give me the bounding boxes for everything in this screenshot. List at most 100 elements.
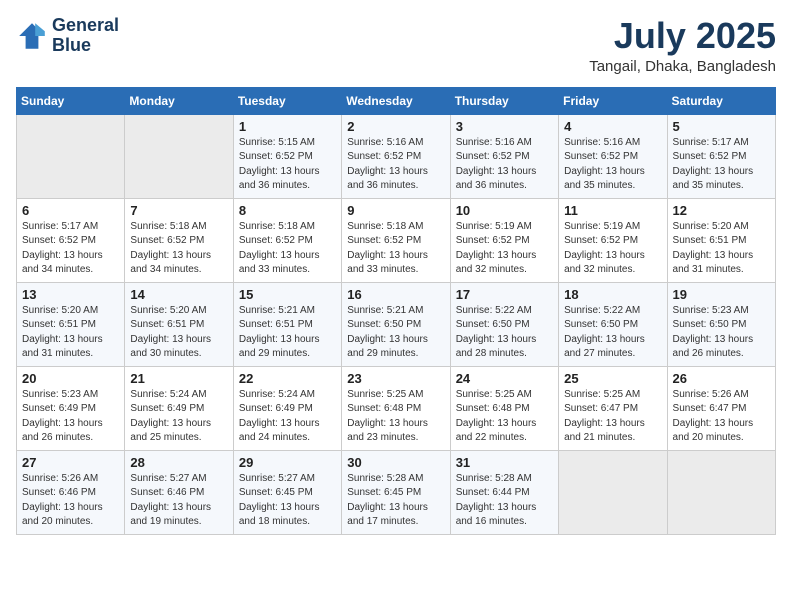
- calendar-table: SundayMondayTuesdayWednesdayThursdayFrid…: [16, 87, 776, 535]
- day-info: Sunrise: 5:16 AMSunset: 6:52 PMDaylight:…: [347, 136, 444, 194]
- calendar-cell: [17, 114, 125, 198]
- logo-text: General Blue: [52, 16, 119, 56]
- calendar-cell: 12 Sunrise: 5:20 AMSunset: 6:51 PMDayligh…: [667, 198, 775, 282]
- day-number: 1: [239, 119, 336, 134]
- day-number: 19: [673, 287, 770, 302]
- calendar-cell: 29 Sunrise: 5:27 AMSunset: 6:45 PMDayligh…: [233, 450, 341, 534]
- day-number: 30: [347, 455, 444, 470]
- day-number: 3: [456, 119, 553, 134]
- day-info: Sunrise: 5:19 AMSunset: 6:52 PMDaylight:…: [456, 220, 553, 278]
- day-number: 16: [347, 287, 444, 302]
- day-info: Sunrise: 5:15 AMSunset: 6:52 PMDaylight:…: [239, 136, 336, 194]
- calendar-cell: 13Sunrise: 5:20 AMSunset: 6:51 PMDayligh…: [17, 282, 125, 366]
- day-info: Sunrise: 5:25 AMSunset: 6:48 PMDaylight:…: [456, 388, 553, 446]
- day-number: 15: [239, 287, 336, 302]
- calendar-cell: 11 Sunrise: 5:19 AMSunset: 6:52 PMDayligh…: [559, 198, 667, 282]
- weekday-header-sunday: Sunday: [17, 87, 125, 114]
- calendar-cell: 7 Sunrise: 5:18 AMSunset: 6:52 PMDaylight…: [125, 198, 233, 282]
- day-info: Sunrise: 5:25 AMSunset: 6:47 PMDaylight:…: [564, 388, 661, 446]
- logo: General Blue: [16, 16, 119, 56]
- day-info: Sunrise: 5:21 AMSunset: 6:51 PMDaylight:…: [239, 304, 336, 362]
- calendar-week-row: 6 Sunrise: 5:17 AMSunset: 6:52 PMDaylight…: [17, 198, 776, 282]
- weekday-header-tuesday: Tuesday: [233, 87, 341, 114]
- calendar-cell: 6 Sunrise: 5:17 AMSunset: 6:52 PMDaylight…: [17, 198, 125, 282]
- calendar-cell: [125, 114, 233, 198]
- day-info: Sunrise: 5:20 AMSunset: 6:51 PMDaylight:…: [673, 220, 770, 278]
- calendar-cell: 17Sunrise: 5:22 AMSunset: 6:50 PMDayligh…: [450, 282, 558, 366]
- day-info: Sunrise: 5:16 AMSunset: 6:52 PMDaylight:…: [456, 136, 553, 194]
- day-number: 23: [347, 371, 444, 386]
- day-number: 22: [239, 371, 336, 386]
- day-number: 9: [347, 203, 444, 218]
- calendar-cell: 23 Sunrise: 5:25 AMSunset: 6:48 PMDayligh…: [342, 366, 450, 450]
- calendar-cell: 5Sunrise: 5:17 AMSunset: 6:52 PMDaylight…: [667, 114, 775, 198]
- logo-icon: [16, 20, 48, 52]
- title-block: July 2025 Tangail, Dhaka, Bangladesh: [589, 16, 776, 75]
- day-number: 7: [130, 203, 227, 218]
- day-number: 29: [239, 455, 336, 470]
- calendar-cell: 26 Sunrise: 5:26 AMSunset: 6:47 PMDayligh…: [667, 366, 775, 450]
- calendar-week-row: 20 Sunrise: 5:23 AMSunset: 6:49 PMDayligh…: [17, 366, 776, 450]
- calendar-cell: 27 Sunrise: 5:26 AMSunset: 6:46 PMDayligh…: [17, 450, 125, 534]
- day-info: Sunrise: 5:23 AMSunset: 6:49 PMDaylight:…: [22, 388, 119, 446]
- calendar-week-row: 13 Sunrise: 5:20 AMSunset: 6:51 PMDayligh…: [17, 282, 776, 366]
- day-number: 10: [456, 203, 553, 218]
- day-number: 18: [564, 287, 661, 302]
- weekday-header-wednesday: Wednesday: [342, 87, 450, 114]
- day-number: 11: [564, 203, 661, 218]
- calendar-cell: [559, 450, 667, 534]
- page-header: General Blue July 2025 Tangail, Dhaka, B…: [16, 16, 776, 75]
- day-number: 28: [130, 455, 227, 470]
- calendar-cell: 28 Sunrise: 5:27 AMSunset: 6:46 PMDayligh…: [125, 450, 233, 534]
- calendar-cell: 14Sunrise: 5:20 AMSunset: 6:51 PMDayligh…: [125, 282, 233, 366]
- calendar-cell: 3 Sunrise: 5:16 AMSunset: 6:52 PMDaylight…: [450, 114, 558, 198]
- day-info: Sunrise: 5:28 AMSunset: 6:44 PMDaylight:…: [456, 472, 553, 530]
- day-info: Sunrise: 5:17 AMSunset: 6:52 PMDaylight:…: [673, 136, 770, 194]
- day-number: 26: [673, 371, 770, 386]
- calendar-cell: [667, 450, 775, 534]
- weekday-header-thursday: Thursday: [450, 87, 558, 114]
- day-info: Sunrise: 5:27 AMSunset: 6:45 PMDaylight:…: [239, 472, 336, 530]
- day-number: 6: [22, 203, 119, 218]
- day-info: Sunrise: 5:25 AMSunset: 6:48 PMDaylight:…: [347, 388, 444, 446]
- day-info: Sunrise: 5:26 AMSunset: 6:46 PMDaylight:…: [22, 472, 119, 530]
- calendar-cell: 15 Sunrise: 5:21 AMSunset: 6:51 PMDayligh…: [233, 282, 341, 366]
- weekday-header-row: SundayMondayTuesdayWednesdayThursdayFrid…: [17, 87, 776, 114]
- calendar-cell: 24Sunrise: 5:25 AMSunset: 6:48 PMDayligh…: [450, 366, 558, 450]
- day-info: Sunrise: 5:27 AMSunset: 6:46 PMDaylight:…: [130, 472, 227, 530]
- location-title: Tangail, Dhaka, Bangladesh: [589, 58, 776, 75]
- weekday-header-friday: Friday: [559, 87, 667, 114]
- calendar-week-row: 27 Sunrise: 5:26 AMSunset: 6:46 PMDayligh…: [17, 450, 776, 534]
- day-number: 2: [347, 119, 444, 134]
- day-number: 27: [22, 455, 119, 470]
- day-number: 8: [239, 203, 336, 218]
- day-info: Sunrise: 5:19 AMSunset: 6:52 PMDaylight:…: [564, 220, 661, 278]
- day-info: Sunrise: 5:24 AMSunset: 6:49 PMDaylight:…: [239, 388, 336, 446]
- day-info: Sunrise: 5:21 AMSunset: 6:50 PMDaylight:…: [347, 304, 444, 362]
- logo-line1: General: [52, 16, 119, 36]
- day-info: Sunrise: 5:18 AMSunset: 6:52 PMDaylight:…: [130, 220, 227, 278]
- day-number: 20: [22, 371, 119, 386]
- calendar-cell: 21Sunrise: 5:24 AMSunset: 6:49 PMDayligh…: [125, 366, 233, 450]
- logo-line2: Blue: [52, 36, 119, 56]
- weekday-header-saturday: Saturday: [667, 87, 775, 114]
- day-info: Sunrise: 5:26 AMSunset: 6:47 PMDaylight:…: [673, 388, 770, 446]
- day-info: Sunrise: 5:18 AMSunset: 6:52 PMDaylight:…: [347, 220, 444, 278]
- day-info: Sunrise: 5:23 AMSunset: 6:50 PMDaylight:…: [673, 304, 770, 362]
- calendar-cell: 10 Sunrise: 5:19 AMSunset: 6:52 PMDayligh…: [450, 198, 558, 282]
- day-number: 21: [130, 371, 227, 386]
- calendar-cell: 4Sunrise: 5:16 AMSunset: 6:52 PMDaylight…: [559, 114, 667, 198]
- day-info: Sunrise: 5:18 AMSunset: 6:52 PMDaylight:…: [239, 220, 336, 278]
- day-number: 12: [673, 203, 770, 218]
- calendar-cell: 2 Sunrise: 5:16 AMSunset: 6:52 PMDaylight…: [342, 114, 450, 198]
- day-info: Sunrise: 5:16 AMSunset: 6:52 PMDaylight:…: [564, 136, 661, 194]
- day-number: 25: [564, 371, 661, 386]
- calendar-cell: 19 Sunrise: 5:23 AMSunset: 6:50 PMDayligh…: [667, 282, 775, 366]
- weekday-header-monday: Monday: [125, 87, 233, 114]
- day-info: Sunrise: 5:17 AMSunset: 6:52 PMDaylight:…: [22, 220, 119, 278]
- calendar-cell: 16 Sunrise: 5:21 AMSunset: 6:50 PMDayligh…: [342, 282, 450, 366]
- day-number: 13: [22, 287, 119, 302]
- day-info: Sunrise: 5:20 AMSunset: 6:51 PMDaylight:…: [130, 304, 227, 362]
- calendar-cell: 18 Sunrise: 5:22 AMSunset: 6:50 PMDayligh…: [559, 282, 667, 366]
- day-info: Sunrise: 5:22 AMSunset: 6:50 PMDaylight:…: [564, 304, 661, 362]
